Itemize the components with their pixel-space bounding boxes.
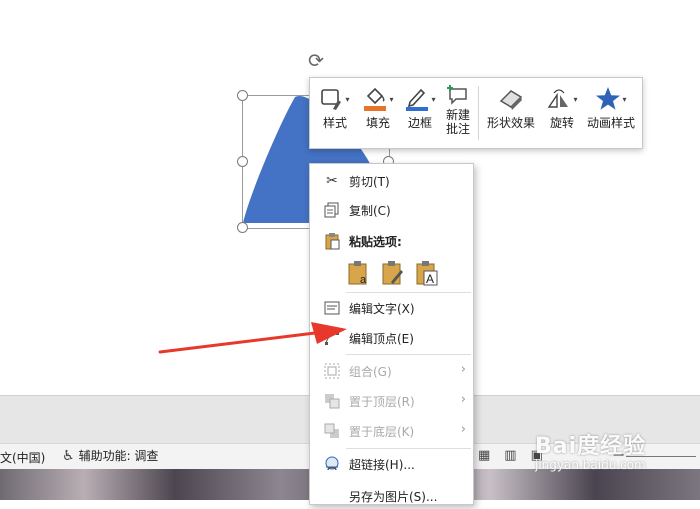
menu-item-group[interactable]: 组合(G) › <box>310 358 473 384</box>
status-language[interactable]: 文(中国) <box>0 449 45 466</box>
menu-item-label: 置于顶层(R) <box>349 395 415 409</box>
menu-item-hyperlink[interactable]: 超链接(H)... <box>310 451 473 477</box>
menu-item-label: 编辑顶点(E) <box>349 332 414 346</box>
menu-item-bring-to-front[interactable]: 置于顶层(R) › <box>310 388 473 414</box>
normal-view-icon[interactable]: ▦ <box>478 448 490 463</box>
outline-button-label: 边框 <box>407 116 432 130</box>
rotate-button[interactable]: ▾ 旋转 <box>546 84 578 130</box>
menu-item-send-to-back[interactable]: 置于底层(K) › <box>310 418 473 444</box>
paste-use-destination-theme-icon[interactable]: a <box>347 260 371 286</box>
resize-handle-top-left[interactable] <box>237 90 248 101</box>
toolbar-separator <box>478 86 479 140</box>
hyperlink-icon <box>323 455 341 473</box>
paste-keep-text-only-icon[interactable]: A <box>415 260 439 286</box>
view-buttons: ▦ ▥ ▣ <box>478 448 543 463</box>
status-accessibility[interactable]: ♿ 辅助功能: 调查 <box>62 447 158 464</box>
new-comment-button[interactable]: 新建 批注 <box>443 84 473 136</box>
svg-text:A: A <box>426 272 434 286</box>
animation-styles-label: 动画样式 <box>586 116 635 130</box>
animation-star-icon <box>596 87 621 110</box>
group-icon <box>323 362 341 380</box>
resize-handle-middle-left[interactable] <box>237 156 248 167</box>
menu-item-label: 置于底层(K) <box>349 425 415 439</box>
animation-styles-button[interactable]: ▾ 动画样式 <box>584 84 638 130</box>
watermark: Bai度经验 jingyan.baidu.com <box>535 428 646 472</box>
status-accessibility-label: 辅助功能: 调查 <box>78 449 159 463</box>
shape-effects-icon <box>499 90 523 110</box>
menu-item-label: 编辑文字(X) <box>349 302 415 316</box>
svg-text:a: a <box>360 274 367 286</box>
fill-button[interactable]: ▾ 填充 <box>360 84 396 130</box>
shape-effects-button[interactable]: 形状效果 <box>484 84 538 130</box>
menu-separator <box>346 448 471 449</box>
menu-item-label: 另存为图片(S)... <box>349 490 438 504</box>
reading-view-icon[interactable]: ▥ <box>504 448 516 463</box>
submenu-arrow-icon: › <box>460 362 466 377</box>
paste-icon <box>323 232 341 250</box>
outline-pen-icon <box>406 88 429 111</box>
bring-front-icon <box>323 392 341 410</box>
shape-effects-label: 形状效果 <box>486 116 535 130</box>
submenu-arrow-icon: › <box>460 392 466 407</box>
watermark-brand: Bai度经验 <box>535 434 647 459</box>
menu-item-label: 复制(C) <box>349 204 391 218</box>
menu-item-label: 粘贴选项: <box>349 235 402 249</box>
menu-item-cut[interactable]: ✂ 剪切(T) <box>310 168 473 194</box>
watermark-url: jingyan.baidu.com <box>535 458 646 472</box>
style-button[interactable]: ▾ 样式 <box>318 84 352 130</box>
menu-item-paste-options: 粘贴选项: <box>310 228 473 254</box>
submenu-arrow-icon: › <box>460 422 466 437</box>
menu-item-label: 组合(G) <box>349 365 392 379</box>
copy-icon <box>323 201 341 219</box>
resize-handle-bottom-left[interactable] <box>237 222 248 233</box>
send-back-icon <box>323 422 341 440</box>
menu-item-label: 超链接(H)... <box>349 458 415 472</box>
shape-style-icon <box>321 89 342 110</box>
fill-bucket-icon <box>364 87 387 111</box>
mini-toolbar: ▾ 样式 ▾ 填充 ▾ 边框 新建 批注 形状效果 ▾ 旋转 ▾ 动画样式 <box>309 77 643 149</box>
paste-keep-source-formatting-icon[interactable] <box>381 260 405 286</box>
menu-separator <box>346 354 471 355</box>
fill-button-label: 填充 <box>365 116 390 130</box>
menu-item-label: 剪切(T) <box>349 175 390 189</box>
rotate-icon <box>548 89 569 108</box>
menu-item-save-as-picture[interactable]: 另存为图片(S)... <box>310 483 473 509</box>
red-arrow-annotation <box>158 322 347 354</box>
outline-button[interactable]: ▾ 边框 <box>402 84 438 130</box>
new-comment-icon <box>447 85 467 105</box>
scissors-icon: ✂ <box>326 173 338 189</box>
rotate-handle-icon[interactable]: ⟳ <box>305 50 327 72</box>
menu-separator <box>346 292 471 293</box>
edit-text-icon <box>323 299 341 317</box>
save-picture-icon <box>323 487 341 505</box>
rotate-button-label: 旋转 <box>549 116 574 130</box>
new-comment-label: 新建 批注 <box>445 108 470 136</box>
style-button-label: 样式 <box>322 116 347 130</box>
paste-options-row: a A <box>347 260 439 286</box>
accessibility-icon: ♿ <box>62 447 75 464</box>
menu-item-copy[interactable]: 复制(C) <box>310 197 473 223</box>
